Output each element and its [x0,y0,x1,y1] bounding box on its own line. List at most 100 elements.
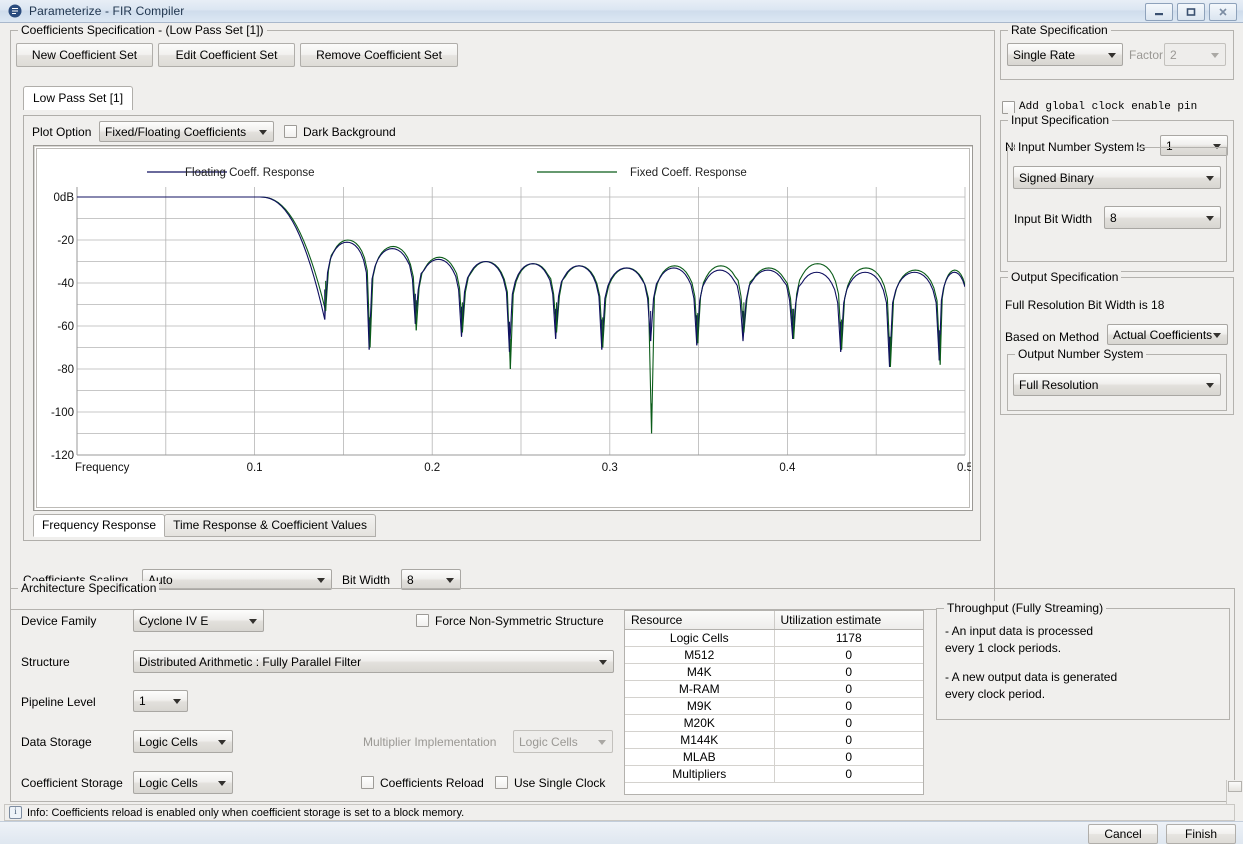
resource-value: 0 [774,715,923,732]
minimize-icon[interactable] [1145,3,1173,21]
coefficients-bit-width-label: Bit Width [342,573,390,587]
factor-select: 2 [1164,43,1226,66]
factor-value: 2 [1170,48,1177,62]
throughput-line-4: every clock period. [945,686,1221,703]
svg-text:-20: -20 [57,235,74,247]
resource-value: 1178 [774,630,923,647]
multiplier-implementation-value: Logic Cells [519,735,578,749]
structure-select[interactable]: Distributed Arithmetic : Fully Parallel … [133,650,614,673]
resource-name: M20K [625,715,774,732]
plot-option-label: Plot Option [32,125,91,139]
output-number-system-title: Output Number System [1015,347,1146,361]
table-row: M9K0 [625,698,923,715]
cancel-button[interactable]: Cancel [1088,824,1158,844]
force-non-symmetric-checkbox[interactable] [416,614,429,627]
chevron-down-icon [446,578,454,583]
table-header-row: Resource Utilization estimate [625,611,923,630]
device-family-value: Cyclone IV E [139,614,208,628]
resource-value: 0 [774,647,923,664]
coefficients-reload-label: Coefficients Reload [380,776,484,790]
input-bit-width-select[interactable]: 8 [1104,206,1221,229]
rate-select[interactable]: Single Rate [1007,43,1123,66]
coefficients-specification-group: Coefficients Specification - (Low Pass S… [10,30,995,610]
data-storage-select[interactable]: Logic Cells [133,730,233,753]
architecture-group-title: Architecture Specification [18,581,159,595]
svg-text:-100: -100 [51,407,74,419]
coefficients-group-title: Coefficients Specification - (Low Pass S… [18,23,267,37]
input-number-system-select[interactable]: Signed Binary [1013,166,1221,189]
coefficients-bit-width-value: 8 [407,573,414,587]
svg-text:Fixed Coeff. Response: Fixed Coeff. Response [630,167,747,179]
chevron-down-icon [1206,176,1214,181]
svg-text:-80: -80 [57,364,74,376]
chevron-down-icon [317,578,325,583]
plot-option-select[interactable]: Fixed/Floating Coefficients [99,121,274,142]
output-number-system-select[interactable]: Full Resolution [1013,373,1221,396]
input-bit-width-value: 8 [1110,211,1117,225]
resource-name: M9K [625,698,774,715]
maximize-icon[interactable] [1177,3,1205,21]
status-bar: i Info: Coefficients reload is enabled o… [4,804,1235,821]
use-single-clock-label: Use Single Clock [514,776,605,790]
add-global-clock-enable-label: Add global clock enable pin [1019,101,1197,113]
utilization-column-header: Utilization estimate [774,611,923,630]
remove-coefficient-set-button[interactable]: Remove Coefficient Set [300,43,458,67]
output-spec-group-title: Output Specification [1008,270,1121,284]
close-icon[interactable] [1209,3,1237,21]
tab-time-response-coefficient-values[interactable]: Time Response & Coefficient Values [164,514,376,537]
based-on-method-label: Based on Method [1005,330,1099,344]
svg-text:0.4: 0.4 [779,462,796,474]
pipeline-level-select[interactable]: 1 [133,690,188,712]
coefficient-storage-label: Coefficient Storage [21,776,123,790]
table-row: M-RAM0 [625,681,923,698]
device-family-select[interactable]: Cyclone IV E [133,609,264,632]
resource-name: Logic Cells [625,630,774,647]
based-on-method-value: Actual Coefficients [1113,328,1212,342]
chevron-down-icon [218,740,226,745]
app-icon [7,3,23,19]
new-coefficient-set-button[interactable]: New Coefficient Set [16,43,153,67]
svg-text:-40: -40 [57,278,74,290]
finish-button[interactable]: Finish [1166,824,1236,844]
vertical-scrollbar[interactable] [1226,780,1243,804]
resource-utilization-table: Resource Utilization estimate Logic Cell… [624,610,924,795]
coefficients-scaling-select[interactable]: Auto [142,569,332,590]
chevron-down-icon [173,699,181,704]
dark-background-checkbox[interactable] [284,125,297,138]
svg-text:0.1: 0.1 [247,462,263,474]
input-number-system-title: Input Number System [1015,140,1137,154]
chevron-down-icon [1206,216,1214,221]
coefficient-storage-select[interactable]: Logic Cells [133,771,233,794]
resource-name: M144K [625,732,774,749]
window-controls [1145,3,1237,21]
resource-name: MLAB [625,749,774,766]
chevron-down-icon [218,781,226,786]
tab-frequency-response[interactable]: Frequency Response [33,514,165,537]
throughput-line-2: every 1 clock periods. [945,640,1221,657]
scroll-up-arrow-icon[interactable] [1228,781,1242,792]
use-single-clock-checkbox[interactable] [495,776,508,789]
pipeline-level-value: 1 [139,694,146,708]
coefficients-bit-width-select[interactable]: 8 [401,569,461,590]
low-pass-set-tab-body: Plot Option Fixed/Floating Coefficients … [23,115,981,541]
plot-tabstrip: Frequency Response Time Response & Coeff… [33,514,376,537]
coefficients-reload-checkbox[interactable] [361,776,374,789]
svg-text:0.3: 0.3 [602,462,618,474]
device-family-label: Device Family [21,614,96,628]
tab-low-pass-set-1[interactable]: Low Pass Set [1] [23,86,133,110]
edit-coefficient-set-button[interactable]: Edit Coefficient Set [158,43,295,67]
main-window: Parameterize - FIR Compiler Coefficients… [0,0,1243,843]
coefficient-set-tabstrip: Low Pass Set [1] [23,86,133,110]
data-storage-value: Logic Cells [139,735,198,749]
resource-value: 0 [774,698,923,715]
table-row: Logic Cells1178 [625,630,923,647]
resource-column-header: Resource [625,611,774,630]
svg-text:0dB: 0dB [54,192,75,204]
rate-group-title: Rate Specification [1008,23,1111,37]
svg-text:Floating Coeff. Response: Floating Coeff. Response [185,167,315,179]
resource-value: 0 [774,664,923,681]
force-non-symmetric-label: Force Non-Symmetric Structure [435,614,604,628]
resource-value: 0 [774,732,923,749]
based-on-method-select[interactable]: Actual Coefficients [1107,324,1228,345]
rate-value: Single Rate [1013,48,1075,62]
